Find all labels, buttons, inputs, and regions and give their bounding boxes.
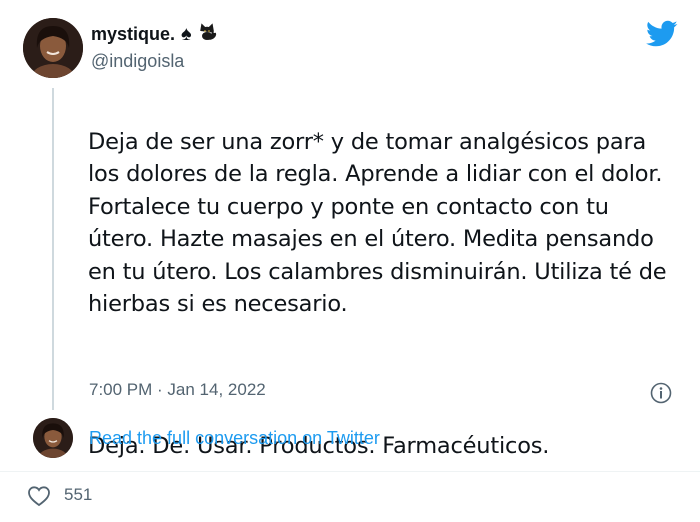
black-cat-icon (198, 22, 218, 46)
author-name-row[interactable]: mystique. ♠ (91, 22, 218, 46)
author-handle[interactable]: @indigoisla (91, 51, 184, 72)
thread-line (52, 88, 54, 410)
like-count: 551 (64, 485, 93, 504)
tweet-card: mystique. ♠ @indigoisla Deja de ser una … (0, 0, 700, 522)
spade-emoji: ♠ (181, 23, 192, 45)
tweet-paragraph-1: Deja de ser una zorr* y de tomar analgés… (88, 128, 667, 318)
read-conversation-link[interactable]: Read the full conversation on Twitter (89, 428, 380, 449)
info-icon[interactable] (650, 382, 672, 404)
profile-photo-icon (23, 18, 83, 78)
conversation-avatar[interactable] (33, 418, 73, 458)
divider (0, 471, 700, 472)
profile-photo-icon (33, 418, 73, 458)
tweet-timestamp[interactable]: 7:00 PM · Jan 14, 2022 (89, 380, 266, 400)
twitter-bird-icon[interactable] (646, 20, 678, 48)
heart-icon[interactable] (27, 485, 51, 507)
author-display-name[interactable]: mystique. (91, 24, 175, 45)
author-avatar[interactable] (23, 18, 83, 78)
